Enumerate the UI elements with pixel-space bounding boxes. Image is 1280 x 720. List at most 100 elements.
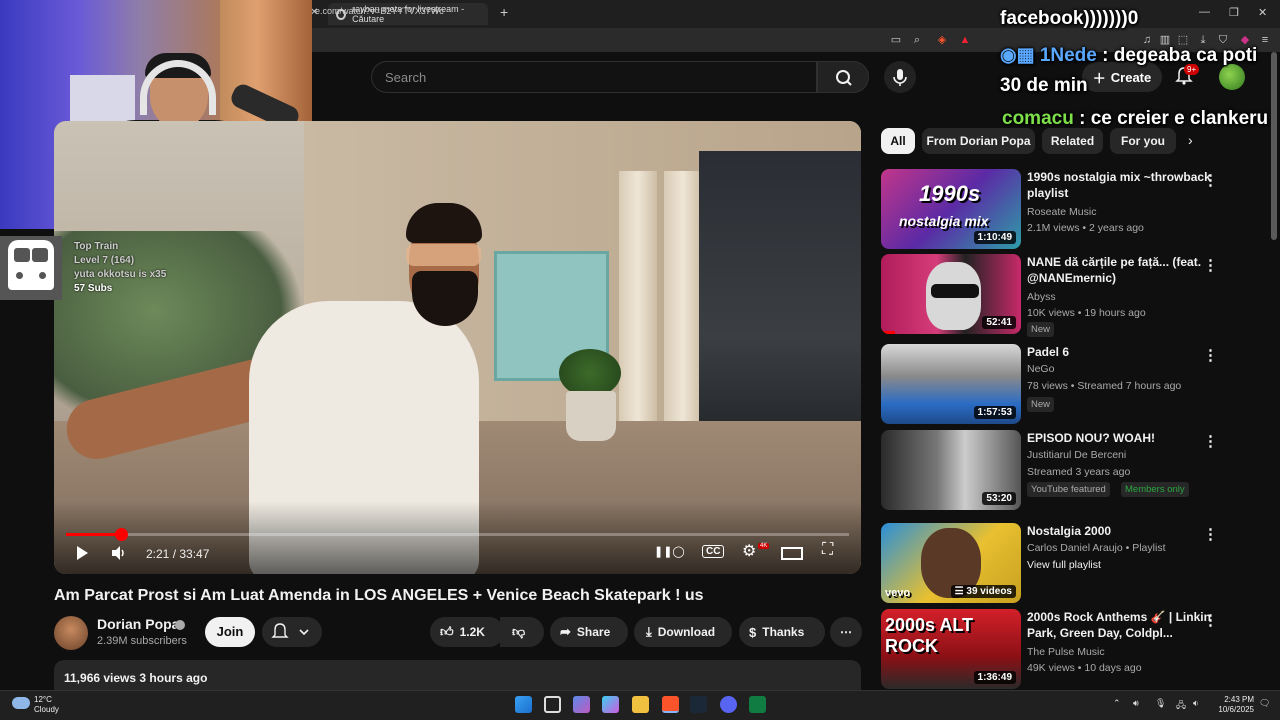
autoplay-toggle[interactable]: ❚❚◯ [654, 545, 685, 558]
thumbnail[interactable]: 53:20 [881, 430, 1021, 510]
quality-badge: 4K [758, 543, 770, 549]
rec-title[interactable]: Padel 6 [1027, 344, 1212, 360]
like-button[interactable]: 👍︎ 1.2K [430, 617, 504, 647]
dislike-button[interactable]: 👎︎ [500, 617, 544, 647]
channel-name[interactable]: Dorian Popa [97, 616, 179, 632]
thumbnail[interactable]: 1:57:53 [881, 344, 1021, 424]
theater-mode-icon[interactable] [781, 547, 803, 560]
volume-icon[interactable] [110, 545, 128, 561]
download-button[interactable]: ⤓ Download [634, 617, 732, 647]
rec-meta: Streamed 3 years ago [1027, 466, 1131, 478]
speaker-icon[interactable]: 🔊︎ [1133, 698, 1139, 709]
rec-title[interactable]: 2000s Rock Anthems 🎸 | Linkin Park, Gree… [1027, 609, 1212, 641]
copilot-icon[interactable] [602, 696, 619, 713]
captions-icon[interactable]: CC [702, 545, 725, 558]
maximize-button[interactable]: ❐ [1229, 6, 1239, 19]
join-button[interactable]: Join [205, 617, 255, 647]
weather-condition[interactable]: Cloudy [34, 705, 59, 714]
fullscreen-icon[interactable]: ⛶ [822, 541, 833, 559]
search-placeholder: Search [385, 70, 427, 85]
featured-badge: YouTube featured [1027, 482, 1110, 497]
tray-chevron-icon[interactable]: ⌃ [1113, 698, 1121, 709]
duration: 1:57:53 [973, 406, 1016, 419]
minimize-button[interactable]: — [1199, 6, 1210, 18]
more-vert-icon[interactable]: ⋮ [1203, 432, 1218, 450]
discord-icon[interactable] [720, 696, 737, 713]
more-vert-icon[interactable]: ⋮ [1203, 346, 1218, 364]
weather-temp[interactable]: 12°C [34, 695, 52, 704]
new-badge: New [1027, 397, 1055, 412]
task-view-icon[interactable] [544, 696, 561, 713]
video-player[interactable]: 2:21 / 33:47 ❚❚◯ CC ⚙ 4K ⛶ [54, 121, 861, 574]
recommendation-item[interactable]: 52:41 NANE dă cărțile pe față... (feat. … [881, 254, 1261, 337]
rec-title[interactable]: NANE dă cărțile pe față... (feat. @NANEm… [1027, 254, 1212, 286]
thumbnail[interactable]: vevo ☰ 39 videos [881, 523, 1021, 603]
zoom-icon[interactable]: ⌕ [910, 33, 924, 47]
subscribed-button[interactable] [262, 617, 322, 647]
thanks-button[interactable]: $ Thanks [739, 617, 825, 647]
progress-bar[interactable] [66, 533, 849, 536]
clock-time[interactable]: 2:43 PM [1214, 695, 1254, 704]
notifications-center-icon[interactable]: 🗨︎ [1259, 698, 1270, 709]
cast-icon[interactable]: ▭ [889, 33, 903, 47]
chip-related[interactable]: Related [1042, 128, 1103, 154]
rec-title[interactable]: 1990s nostalgia mix ~throwback playlist [1027, 169, 1212, 201]
voice-search-button[interactable] [884, 61, 916, 93]
clock-date[interactable]: 10/6/2025 [1214, 705, 1254, 714]
recommendation-item[interactable]: 1990s nostalgia mix 1:10:49 1990s nostal… [881, 169, 1261, 249]
close-window-button[interactable]: ✕ [1258, 6, 1267, 19]
start-windows-icon[interactable] [515, 696, 532, 713]
thumbnail[interactable]: 1990s nostalgia mix 1:10:49 [881, 169, 1021, 249]
chevron-right-icon[interactable]: › [1188, 132, 1193, 148]
channel-avatar[interactable] [54, 616, 88, 650]
rec-channel[interactable]: Roseate Music [1027, 206, 1096, 218]
rec-channel[interactable]: NeGo [1027, 363, 1054, 375]
mic-tray-icon[interactable]: 🎙︎ [1155, 698, 1166, 709]
rewards-icon[interactable]: ▲ [958, 33, 972, 47]
chat-line-1: facebook)))))))0 [1000, 8, 1138, 30]
steam-icon[interactable] [690, 696, 707, 713]
chip-from-channel[interactable]: From Dorian Popa [922, 128, 1035, 154]
brave-shield-icon[interactable]: ◈ [935, 33, 949, 47]
more-actions-button[interactable]: ⋯ [830, 617, 862, 647]
account-avatar[interactable] [1219, 64, 1245, 90]
rec-channel[interactable]: Carlos Daniel Araujo • Playlist [1027, 542, 1165, 554]
more-vert-icon[interactable]: ⋮ [1203, 171, 1218, 189]
brave-browser-icon[interactable] [662, 696, 679, 713]
more-vert-icon[interactable]: ⋮ [1203, 256, 1218, 274]
file-explorer-icon[interactable] [632, 696, 649, 713]
settings-gear-icon[interactable]: ⚙ [742, 541, 756, 561]
thumbnail[interactable]: 52:41 [881, 254, 1021, 334]
share-button[interactable]: ➦ Share [550, 617, 628, 647]
page-scrollbar[interactable] [1271, 52, 1277, 240]
thumbnail[interactable]: 2000s ALT ROCK 1:36:49 [881, 609, 1021, 689]
new-tab-button[interactable]: + [500, 4, 508, 20]
recommendation-item[interactable]: 1:57:53 Padel 6 NeGo 78 views • Streamed… [881, 344, 1261, 424]
url-text[interactable]: e.com/watch?v=B2YYTVX37Wc [315, 6, 444, 16]
rec-title[interactable]: EPISOD NOU? WOAH! [1027, 430, 1212, 446]
cloud-icon[interactable] [12, 697, 30, 709]
network-icon[interactable]: 🖧︎ [1176, 698, 1186, 714]
volume-tray-icon[interactable]: 🔉︎ [1193, 698, 1199, 709]
play-icon[interactable] [74, 545, 90, 561]
menu-icon[interactable]: ≡ [1258, 33, 1272, 47]
view-full-playlist-link[interactable]: View full playlist [1027, 559, 1101, 571]
more-vert-icon[interactable]: ⋮ [1203, 611, 1218, 629]
search-button[interactable] [817, 61, 869, 93]
progress-scrubber[interactable] [115, 528, 128, 541]
rec-channel[interactable]: Abyss [1027, 291, 1056, 303]
thanks-dollar-icon: $ [749, 624, 757, 640]
more-vert-icon[interactable]: ⋮ [1203, 525, 1218, 543]
chip-for-you[interactable]: For you [1110, 128, 1176, 154]
playlist-count-text: 39 videos [966, 586, 1012, 597]
widgets-icon[interactable] [573, 696, 590, 713]
playlist-item[interactable]: vevo ☰ 39 videos Nostalgia 2000 Carlos D… [881, 523, 1261, 603]
rec-channel[interactable]: The Pulse Music [1027, 646, 1105, 658]
recommendation-item[interactable]: 2000s ALT ROCK 1:36:49 2000s Rock Anthem… [881, 609, 1261, 689]
rec-channel[interactable]: Justitiarul De Berceni [1027, 449, 1126, 461]
chip-all[interactable]: All [881, 128, 915, 154]
excel-icon[interactable] [749, 696, 766, 713]
search-input[interactable]: Search [371, 61, 817, 93]
recommendation-item[interactable]: 53:20 EPISOD NOU? WOAH! Justitiarul De B… [881, 430, 1261, 510]
rec-title[interactable]: Nostalgia 2000 [1027, 523, 1212, 539]
